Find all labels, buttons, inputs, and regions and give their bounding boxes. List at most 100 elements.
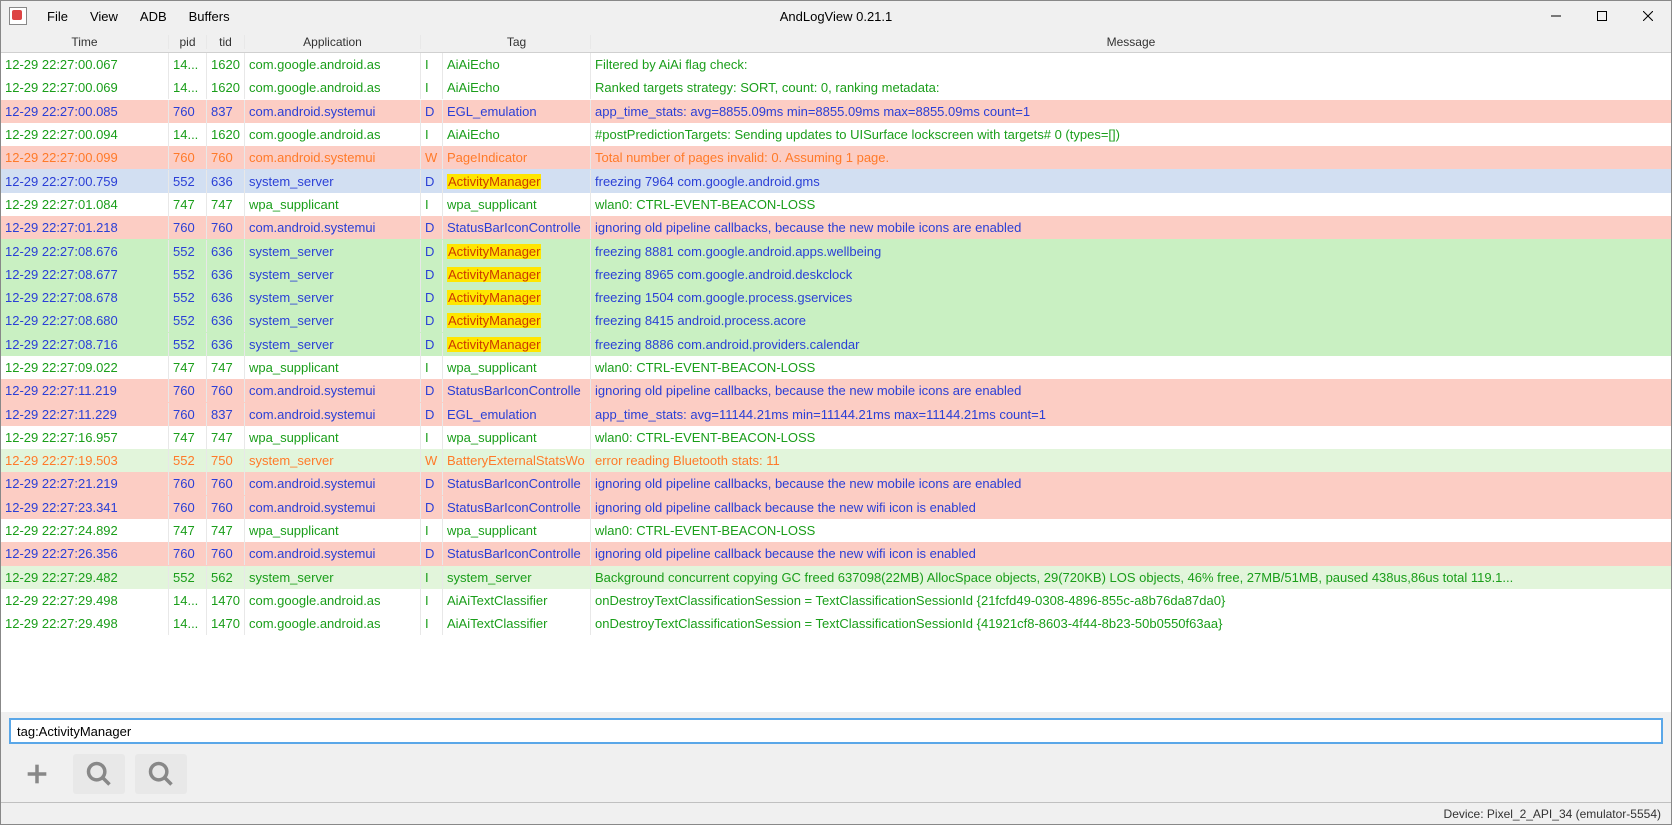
title-bar: File View ADB Buffers AndLogView 0.21.1 <box>1 1 1671 31</box>
table-row[interactable]: 12-29 22:27:08.678552636system_serverDAc… <box>1 286 1671 309</box>
table-row[interactable]: 12-29 22:27:24.892747747wpa_supplicantIw… <box>1 519 1671 542</box>
cell-tag: AiAiTextClassifier <box>443 589 591 612</box>
cell-level: D <box>421 309 443 332</box>
table-row[interactable]: 12-29 22:27:00.06714...1620com.google.an… <box>1 53 1671 76</box>
cell-pid: 552 <box>169 170 207 193</box>
search-button[interactable] <box>73 754 125 794</box>
cell-pid: 552 <box>169 240 207 263</box>
col-msg[interactable]: Message <box>591 35 1671 49</box>
cell-tid: 1470 <box>207 612 245 635</box>
cell-msg: wlan0: CTRL-EVENT-BEACON-LOSS <box>591 356 1671 379</box>
cell-pid: 760 <box>169 542 207 565</box>
table-row[interactable]: 12-29 22:27:09.022747747wpa_supplicantIw… <box>1 356 1671 379</box>
table-row[interactable]: 12-29 22:27:08.676552636system_serverDAc… <box>1 239 1671 262</box>
minimize-button[interactable] <box>1533 1 1579 31</box>
col-tid[interactable]: tid <box>207 35 245 49</box>
cell-app: system_server <box>245 240 421 263</box>
cell-msg: wlan0: CTRL-EVENT-BEACON-LOSS <box>591 519 1671 542</box>
table-row[interactable]: 12-29 22:27:08.680552636system_serverDAc… <box>1 309 1671 332</box>
cell-tag: ActivityManager <box>443 170 591 193</box>
cell-pid: 747 <box>169 519 207 542</box>
cell-app: com.google.android.as <box>245 76 421 99</box>
table-row[interactable]: 12-29 22:27:19.503552750system_serverWBa… <box>1 449 1671 472</box>
table-row[interactable]: 12-29 22:27:26.356760760com.android.syst… <box>1 542 1671 565</box>
table-row[interactable]: 12-29 22:27:29.49814...1470com.google.an… <box>1 589 1671 612</box>
cell-pid: 14... <box>169 589 207 612</box>
table-row[interactable]: 12-29 22:27:00.759552636system_serverDAc… <box>1 169 1671 192</box>
cell-tag: ActivityManager <box>443 240 591 263</box>
cell-app: system_server <box>245 170 421 193</box>
cell-app: system_server <box>245 263 421 286</box>
table-row[interactable]: 12-29 22:27:01.218760760com.android.syst… <box>1 216 1671 239</box>
cell-level: I <box>421 123 443 146</box>
cell-level: D <box>421 472 443 495</box>
col-time[interactable]: Time <box>1 35 169 49</box>
status-device: Device: Pixel_2_API_34 (emulator-5554) <box>1444 807 1661 821</box>
cell-pid: 14... <box>169 53 207 76</box>
search-button-2[interactable] <box>135 754 187 794</box>
table-row[interactable]: 12-29 22:27:23.341760760com.android.syst… <box>1 496 1671 519</box>
cell-tid: 760 <box>207 472 245 495</box>
cell-tag: wpa_supplicant <box>443 193 591 216</box>
cell-app: com.android.systemui <box>245 472 421 495</box>
table-row[interactable]: 12-29 22:27:00.085760837com.android.syst… <box>1 100 1671 123</box>
table-row[interactable]: 12-29 22:27:11.219760760com.android.syst… <box>1 379 1671 402</box>
table-row[interactable]: 12-29 22:27:01.084747747wpa_supplicantIw… <box>1 193 1671 216</box>
filter-input[interactable] <box>9 718 1663 744</box>
table-row[interactable]: 12-29 22:27:16.957747747wpa_supplicantIw… <box>1 426 1671 449</box>
cell-tid: 562 <box>207 566 245 589</box>
table-row[interactable]: 12-29 22:27:08.677552636system_serverDAc… <box>1 263 1671 286</box>
cell-pid: 552 <box>169 449 207 472</box>
cell-time: 12-29 22:27:08.676 <box>1 240 169 263</box>
cell-msg: freezing 1504 com.google.process.gservic… <box>591 286 1671 309</box>
cell-time: 12-29 22:27:29.498 <box>1 612 169 635</box>
table-row[interactable]: 12-29 22:27:11.229760837com.android.syst… <box>1 402 1671 425</box>
cell-time: 12-29 22:27:01.218 <box>1 216 169 239</box>
cell-tag: BatteryExternalStatsWo <box>443 449 591 472</box>
table-row[interactable]: 12-29 22:27:00.09414...1620com.google.an… <box>1 123 1671 146</box>
search-icon <box>147 760 175 788</box>
maximize-button[interactable] <box>1579 1 1625 31</box>
menu-buffers[interactable]: Buffers <box>179 5 240 28</box>
cell-tag: EGL_emulation <box>443 403 591 426</box>
add-filter-button[interactable] <box>11 754 63 794</box>
cell-time: 12-29 22:27:23.341 <box>1 496 169 519</box>
cell-tid: 1620 <box>207 53 245 76</box>
menu-view[interactable]: View <box>80 5 128 28</box>
cell-level: I <box>421 193 443 216</box>
cell-tid: 636 <box>207 286 245 309</box>
col-app[interactable]: Application <box>245 35 421 49</box>
log-rows-container[interactable]: 12-29 22:27:00.06714...1620com.google.an… <box>1 53 1671 712</box>
cell-tag: system_server <box>443 566 591 589</box>
cell-tid: 837 <box>207 100 245 123</box>
cell-pid: 747 <box>169 426 207 449</box>
cell-msg: wlan0: CTRL-EVENT-BEACON-LOSS <box>591 426 1671 449</box>
table-row[interactable]: 12-29 22:27:21.219760760com.android.syst… <box>1 472 1671 495</box>
table-row[interactable]: 12-29 22:27:00.06914...1620com.google.an… <box>1 76 1671 99</box>
col-pid[interactable]: pid <box>169 35 207 49</box>
table-row[interactable]: 12-29 22:27:29.482552562system_serverIsy… <box>1 566 1671 589</box>
cell-tid: 750 <box>207 449 245 472</box>
col-tag[interactable]: Tag <box>443 35 591 49</box>
cell-tid: 636 <box>207 240 245 263</box>
cell-app: wpa_supplicant <box>245 426 421 449</box>
window-title: AndLogView 0.21.1 <box>1 9 1671 24</box>
table-row[interactable]: 12-29 22:27:29.49814...1470com.google.an… <box>1 612 1671 635</box>
cell-pid: 760 <box>169 496 207 519</box>
cell-tid: 760 <box>207 496 245 519</box>
cell-app: com.android.systemui <box>245 379 421 402</box>
cell-level: D <box>421 100 443 123</box>
cell-tid: 636 <box>207 170 245 193</box>
cell-pid: 14... <box>169 76 207 99</box>
close-button[interactable] <box>1625 1 1671 31</box>
cell-msg: freezing 8415 android.process.acore <box>591 309 1671 332</box>
menu-file[interactable]: File <box>37 5 78 28</box>
cell-msg: ignoring old pipeline callback because t… <box>591 542 1671 565</box>
cell-pid: 552 <box>169 286 207 309</box>
table-row[interactable]: 12-29 22:27:00.099760760com.android.syst… <box>1 146 1671 169</box>
cell-tid: 636 <box>207 333 245 356</box>
search-icon <box>85 760 113 788</box>
menu-adb[interactable]: ADB <box>130 5 177 28</box>
cell-pid: 552 <box>169 333 207 356</box>
table-row[interactable]: 12-29 22:27:08.716552636system_serverDAc… <box>1 333 1671 356</box>
